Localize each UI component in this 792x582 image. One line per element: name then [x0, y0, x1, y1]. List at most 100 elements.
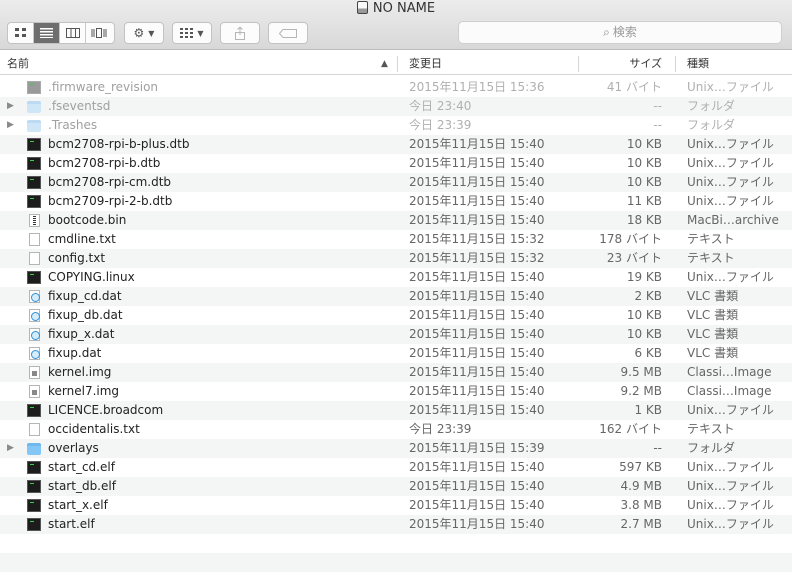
- file-date: 今日 23:39: [409, 118, 472, 132]
- column-kind-header[interactable]: 種類: [687, 53, 709, 75]
- file-date: 2015年11月15日 15:40: [409, 156, 545, 170]
- file-name: start_cd.elf: [48, 460, 115, 474]
- empty-row: [0, 553, 792, 572]
- file-row[interactable]: LICENCE.broadcom 2015年11月15日 15:40 1 KB Uni…: [0, 401, 792, 420]
- file-kind: VLC 書類: [687, 346, 739, 360]
- column-date-header[interactable]: 変更日: [409, 53, 442, 75]
- unix-executable-icon: [27, 461, 41, 474]
- file-row[interactable]: fixup_x.dat 2015年11月15日 15:40 10 KB VLC 書類: [0, 325, 792, 344]
- unix-executable-icon: [27, 480, 41, 493]
- file-name: bcm2708-rpi-cm.dtb: [48, 175, 172, 189]
- unix-executable-icon: [27, 195, 41, 208]
- file-row[interactable]: start_db.elf 2015年11月15日 15:40 4.9 MB Unix……: [0, 477, 792, 496]
- file-kind: Unix…ファイル: [687, 156, 774, 170]
- file-row[interactable]: bcm2708-rpi-cm.dtb 2015年11月15日 15:40 10 KB…: [0, 173, 792, 192]
- file-row[interactable]: start_x.elf 2015年11月15日 15:40 3.8 MB Unix…フ…: [0, 496, 792, 515]
- share-icon: [235, 26, 245, 40]
- file-date: 2015年11月15日 15:32: [409, 232, 545, 246]
- file-row[interactable]: COPYING.linux 2015年11月15日 15:40 19 KB Unix……: [0, 268, 792, 287]
- file-kind: テキスト: [687, 422, 735, 436]
- chevron-down-icon: ▼: [148, 28, 155, 38]
- file-kind: Unix…ファイル: [687, 175, 774, 189]
- file-row[interactable]: cmdline.txt 2015年11月15日 15:32 178 バイト テキスト: [0, 230, 792, 249]
- file-kind: Unix…ファイル: [687, 498, 774, 512]
- file-name: COPYING.linux: [48, 270, 135, 284]
- vlc-document-icon: [29, 328, 40, 341]
- file-row[interactable]: occidentalis.txt 今日 23:39 162 バイト テキスト: [0, 420, 792, 439]
- file-row[interactable]: start.elf 2015年11月15日 15:40 2.7 MB Unix…ファイ…: [0, 515, 792, 534]
- unix-executable-icon: [27, 138, 41, 151]
- coverflow-view-icon: [91, 28, 107, 38]
- file-row[interactable]: bcm2709-rpi-2-b.dtb 2015年11月15日 15:40 11 K…: [0, 192, 792, 211]
- file-row[interactable]: ▶ .fseventsd 今日 23:40 -- フォルダ: [0, 97, 792, 116]
- file-name: cmdline.txt: [48, 232, 116, 246]
- file-size: 23 バイト: [606, 251, 662, 265]
- tag-button[interactable]: [268, 22, 308, 44]
- file-size: 2.7 MB: [620, 517, 662, 531]
- share-button[interactable]: [220, 22, 260, 44]
- icon-view-button[interactable]: [8, 23, 34, 43]
- file-row[interactable]: kernel.img 2015年11月15日 15:40 9.5 MB Classi……: [0, 363, 792, 382]
- column-name-header[interactable]: 名前: [7, 53, 29, 75]
- file-date: 2015年11月15日 15:40: [409, 517, 545, 531]
- arrange-menu-button[interactable]: ▼: [172, 22, 212, 44]
- file-name: kernel.img: [48, 365, 112, 379]
- file-row[interactable]: .firmware_revision 2015年11月15日 15:36 41 バイ…: [0, 78, 792, 97]
- file-date: 今日 23:39: [409, 422, 472, 436]
- file-name: .fseventsd: [48, 99, 111, 113]
- file-size: 3.8 MB: [620, 498, 662, 512]
- file-name: LICENCE.broadcom: [48, 403, 164, 417]
- file-row[interactable]: ▶ .Trashes 今日 23:39 -- フォルダ: [0, 116, 792, 135]
- file-size: 9.2 MB: [620, 384, 662, 398]
- file-size: 178 バイト: [599, 232, 662, 246]
- column-divider[interactable]: [675, 56, 676, 72]
- text-document-icon: [29, 233, 40, 246]
- file-size: 4.9 MB: [620, 479, 662, 493]
- file-row[interactable]: start_cd.elf 2015年11月15日 15:40 597 KB Unix……: [0, 458, 792, 477]
- text-document-icon: [29, 423, 40, 436]
- sort-ascending-icon[interactable]: ▲: [381, 53, 388, 75]
- file-row[interactable]: fixup_db.dat 2015年11月15日 15:40 10 KB VLC 書類: [0, 306, 792, 325]
- tag-icon: [279, 28, 297, 38]
- action-menu-button[interactable]: ⚙ ▼: [124, 22, 164, 44]
- file-row[interactable]: fixup.dat 2015年11月15日 15:40 6 KB VLC 書類: [0, 344, 792, 363]
- file-name: occidentalis.txt: [48, 422, 140, 436]
- empty-row: [0, 534, 792, 553]
- file-row[interactable]: kernel7.img 2015年11月15日 15:40 9.2 MB Classi…: [0, 382, 792, 401]
- column-size-header[interactable]: サイズ: [578, 53, 662, 75]
- unix-executable-icon: [27, 518, 41, 531]
- file-kind: テキスト: [687, 232, 735, 246]
- file-row[interactable]: bcm2708-rpi-b.dtb 2015年11月15日 15:40 10 KB U…: [0, 154, 792, 173]
- file-row[interactable]: bcm2708-rpi-b-plus.dtb 2015年11月15日 15:40 1…: [0, 135, 792, 154]
- file-row[interactable]: bootcode.bin 2015年11月15日 15:40 18 KB MacBi……: [0, 211, 792, 230]
- file-size: 597 KB: [619, 460, 662, 474]
- search-field[interactable]: ⌕ 検索: [458, 21, 782, 44]
- file-date: 2015年11月15日 15:36: [409, 80, 545, 94]
- file-kind: Unix…ファイル: [687, 403, 774, 417]
- column-divider[interactable]: [397, 56, 398, 72]
- disclosure-triangle-icon[interactable]: ▶: [7, 116, 17, 135]
- file-kind: Classi…Image: [687, 384, 772, 398]
- file-name: bcm2708-rpi-b-plus.dtb: [48, 137, 190, 151]
- column-view-button[interactable]: [60, 23, 86, 43]
- window-title-text: NO NAME: [372, 1, 436, 16]
- file-size: 11 KB: [626, 194, 662, 208]
- file-size: 10 KB: [626, 327, 662, 341]
- column-header: 名前 ▲ 変更日 サイズ 種類: [0, 53, 792, 75]
- grid-icon: [180, 28, 194, 38]
- file-size: 9.5 MB: [620, 365, 662, 379]
- disclosure-triangle-icon[interactable]: ▶: [7, 97, 17, 116]
- gear-icon: ⚙: [133, 26, 145, 40]
- coverflow-view-button[interactable]: [86, 23, 112, 43]
- file-row[interactable]: ▶ overlays 2015年11月15日 15:39 -- フォルダ: [0, 439, 792, 458]
- disclosure-triangle-icon[interactable]: ▶: [7, 439, 17, 458]
- file-kind: Unix…ファイル: [687, 80, 774, 94]
- file-row[interactable]: config.txt 2015年11月15日 15:32 23 バイト テキスト: [0, 249, 792, 268]
- chevron-down-icon: ▼: [197, 28, 204, 38]
- file-date: 2015年11月15日 15:40: [409, 498, 545, 512]
- file-date: 2015年11月15日 15:32: [409, 251, 545, 265]
- file-name: fixup_db.dat: [48, 308, 123, 322]
- list-view-button[interactable]: [34, 23, 60, 43]
- file-row[interactable]: fixup_cd.dat 2015年11月15日 15:40 2 KB VLC 書類: [0, 287, 792, 306]
- unix-executable-icon: [27, 499, 41, 512]
